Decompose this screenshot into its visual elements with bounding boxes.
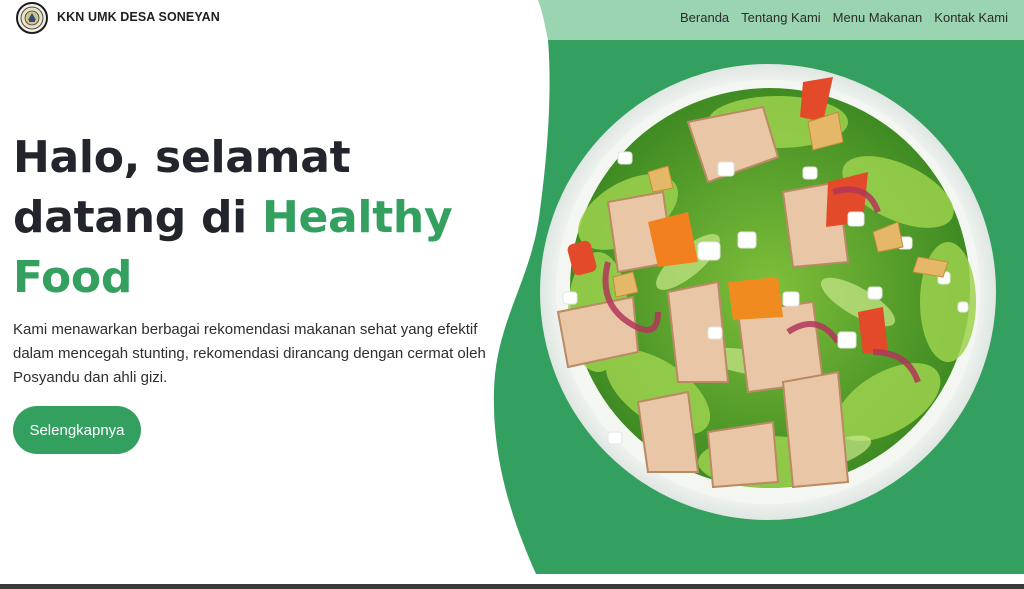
- main-nav: Beranda Tentang Kami Menu Makanan Kontak…: [680, 10, 1008, 25]
- hero-description: Kami menawarkan berbagai rekomendasi mak…: [13, 321, 486, 386]
- salad-bowl-image: [540, 64, 996, 520]
- nav-item-beranda[interactable]: Beranda: [680, 10, 729, 25]
- learn-more-button[interactable]: Selengkapnya: [13, 406, 141, 454]
- logo[interactable]: [16, 2, 48, 34]
- brand-name[interactable]: KKN UMK DESA SONEYAN: [57, 10, 220, 24]
- hero-title-accent-food: Food: [13, 252, 133, 303]
- hero-title: Halo, selamat datang di Healthy Food: [13, 128, 483, 308]
- nav-item-kontak-kami[interactable]: Kontak Kami: [934, 10, 1008, 25]
- nav-item-tentang-kami[interactable]: Tentang Kami: [741, 10, 821, 25]
- university-seal-icon: [16, 2, 48, 34]
- bottom-border: [0, 584, 1024, 589]
- hero-title-line2-prefix: datang di: [13, 192, 262, 243]
- page: KKN UMK DESA SONEYAN Beranda Tentang Kam…: [0, 0, 1024, 589]
- nav-item-menu-makanan[interactable]: Menu Makanan: [833, 10, 923, 25]
- hero-title-line1: Halo, selamat: [13, 132, 351, 183]
- hero-title-accent-healthy: Healthy: [261, 192, 453, 243]
